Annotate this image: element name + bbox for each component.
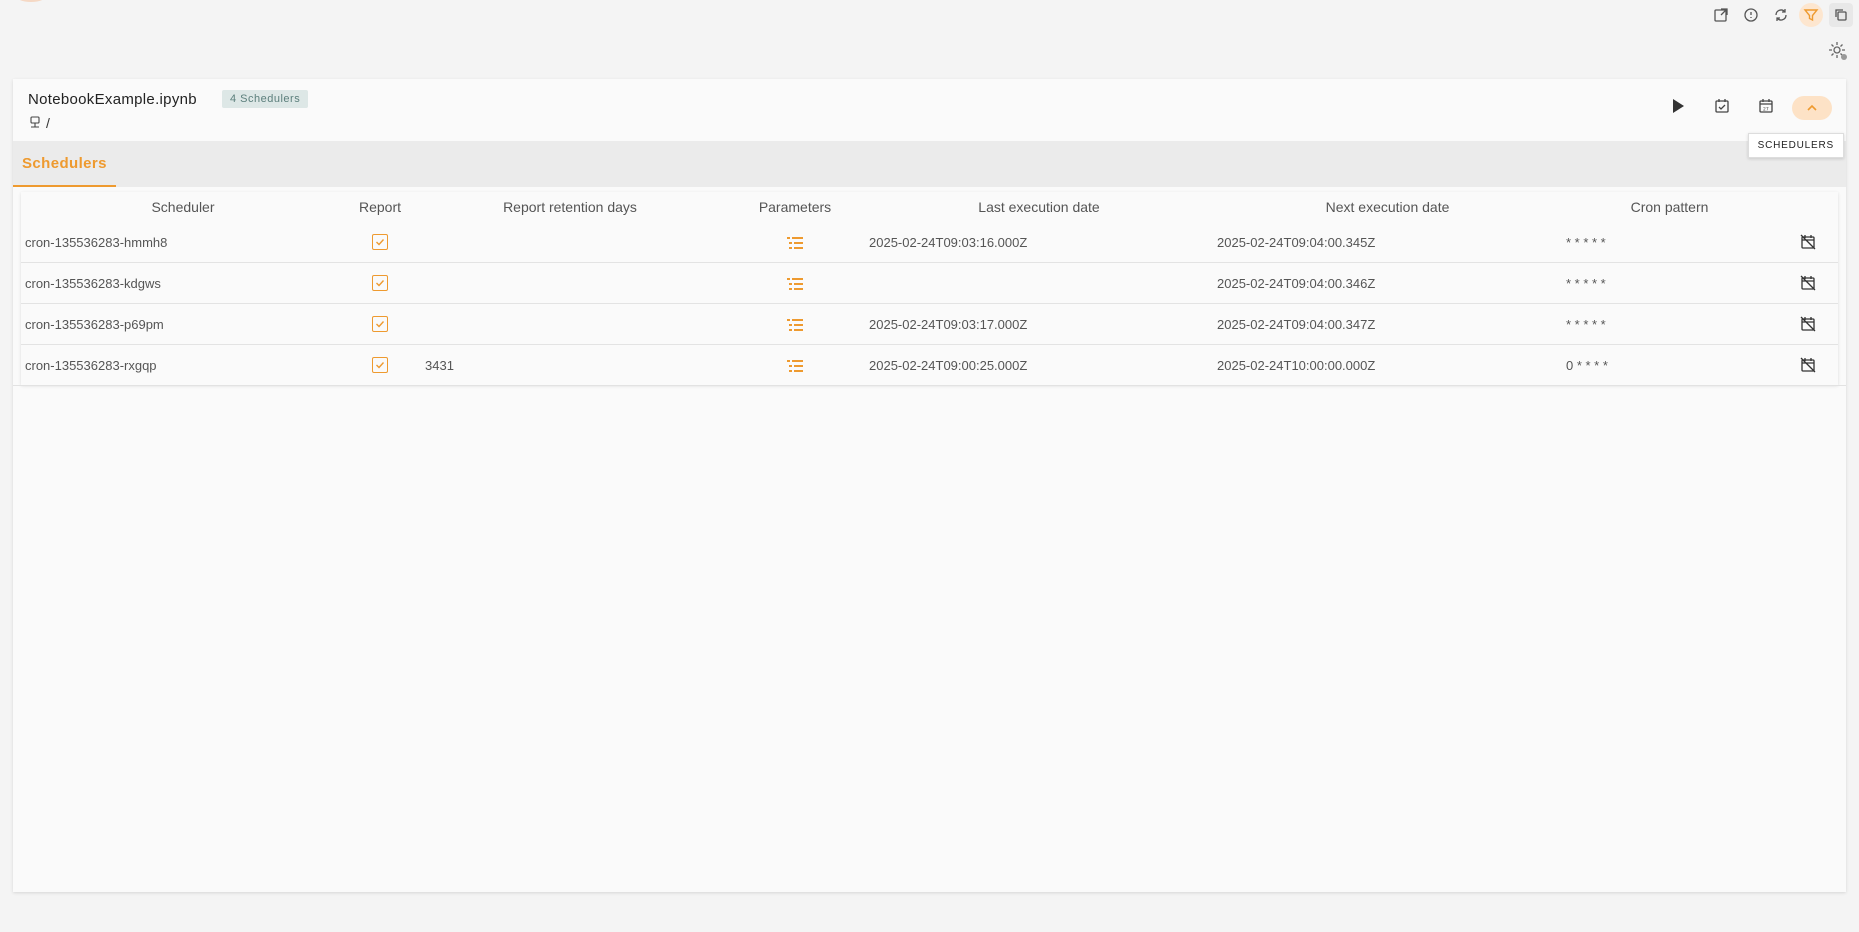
cron-pattern: 0 * * * *: [1562, 344, 1777, 385]
report-checkbox-icon[interactable]: [372, 357, 388, 374]
table-row[interactable]: cron-135536283-p69pm 2025-02-24T09:03:17…: [21, 303, 1838, 345]
last-execution-date: 2025-02-24T09:03:17.000Z: [865, 303, 1213, 345]
scheduler-name: cron-135536283-rxgqp: [21, 344, 345, 385]
server-icon: [29, 115, 41, 131]
avatar[interactable]: [15, 0, 47, 2]
report-checkbox-icon[interactable]: [372, 234, 388, 251]
cron-pattern: * * * * *: [1562, 262, 1777, 304]
calendar-off-icon[interactable]: [1800, 316, 1816, 332]
run-button[interactable]: [1660, 96, 1696, 120]
table-row[interactable]: cron-135536283-rxgqp 3431 2025-02-24T09:…: [21, 344, 1838, 385]
parameters-list-icon[interactable]: [787, 319, 803, 332]
refresh-icon[interactable]: [1769, 3, 1793, 27]
notebook-panel: NotebookExample.ipynb 4 Schedulers / 27: [13, 79, 1846, 892]
scheduler-name: cron-135536283-kdgws: [21, 262, 345, 304]
col-header-report[interactable]: Report: [345, 192, 415, 222]
svg-text:27: 27: [1763, 106, 1769, 112]
table-row[interactable]: cron-135536283-hmmh8 2025-02-24T09:03:16…: [21, 222, 1838, 263]
copy-icon[interactable]: [1829, 3, 1853, 27]
scheduler-name: cron-135536283-hmmh8: [25, 234, 168, 250]
col-header-scheduler[interactable]: Scheduler: [21, 192, 345, 222]
last-execution-date: 2025-02-24T09:03:16.000Z: [869, 234, 1028, 250]
retention-days: [415, 262, 725, 304]
retention-days: 3431: [415, 344, 725, 385]
cron-pattern: * * * * *: [1566, 234, 1606, 250]
next-execution-date: 2025-02-24T09:04:00.346Z: [1213, 262, 1562, 304]
report-checkbox-icon[interactable]: [372, 316, 388, 333]
top-toolbar: [1709, 3, 1853, 27]
header-actions: 27: [1660, 96, 1832, 120]
col-header-last-execution[interactable]: Last execution date: [865, 192, 1213, 222]
tab-schedulers[interactable]: Schedulers: [13, 141, 116, 187]
schedule-button[interactable]: 27: [1748, 96, 1784, 120]
last-execution-date: 2025-02-24T09:00:25.000Z: [865, 344, 1213, 385]
parameters-list-icon[interactable]: [787, 278, 803, 291]
scheduler-name: cron-135536283-p69pm: [21, 303, 345, 345]
history-icon: [1714, 98, 1730, 119]
open-external-icon[interactable]: [1709, 3, 1733, 27]
settings-gear-icon[interactable]: [1825, 38, 1851, 64]
parameters-list-icon[interactable]: [787, 360, 803, 373]
schedulers-count-badge: 4 Schedulers: [222, 90, 309, 108]
last-execution-date: [865, 262, 1213, 304]
table-header-row: Scheduler Report Report retention days P…: [21, 192, 1838, 222]
panel-header: NotebookExample.ipynb 4 Schedulers / 27: [13, 79, 1846, 141]
chevron-up-icon: [1806, 99, 1818, 117]
retention-days: [415, 303, 725, 345]
col-header-retention[interactable]: Report retention days: [415, 192, 725, 222]
calendar-off-icon[interactable]: [1800, 234, 1816, 250]
col-header-actions: [1777, 192, 1838, 222]
top-bar: [0, 0, 1859, 60]
col-header-cron[interactable]: Cron pattern: [1562, 192, 1777, 222]
breadcrumb: /: [29, 115, 50, 131]
notebook-title: NotebookExample.ipynb: [28, 91, 197, 108]
notebook-path[interactable]: /: [46, 115, 50, 131]
filter-icon[interactable]: [1799, 3, 1823, 27]
report-checkbox-icon[interactable]: [372, 275, 388, 292]
table-row[interactable]: cron-135536283-kdgws 2025-02-24T09:04:00…: [21, 262, 1838, 304]
chat-icon[interactable]: [1739, 3, 1763, 27]
schedulers-tooltip: SCHEDULERS: [1747, 133, 1844, 158]
next-execution-date: 2025-02-24T10:00:00.000Z: [1213, 344, 1562, 385]
play-icon: [1671, 98, 1685, 119]
col-header-parameters[interactable]: Parameters: [725, 192, 865, 222]
next-execution-date: 2025-02-24T09:04:00.347Z: [1213, 303, 1562, 345]
retention-days: [415, 222, 725, 263]
section-divider: [13, 385, 1846, 386]
tabs-bar: Schedulers: [13, 141, 1846, 187]
calendar-icon: 27: [1758, 98, 1774, 119]
cron-pattern: * * * * *: [1562, 303, 1777, 345]
schedulers-toggle-button[interactable]: [1792, 96, 1832, 120]
parameters-list-icon[interactable]: [787, 237, 803, 250]
history-button[interactable]: [1704, 96, 1740, 120]
next-execution-date: 2025-02-24T09:04:00.345Z: [1217, 234, 1376, 250]
schedulers-table: Scheduler Report Report retention days P…: [21, 192, 1838, 385]
col-header-next-execution[interactable]: Next execution date: [1213, 192, 1562, 222]
calendar-off-icon[interactable]: [1800, 275, 1816, 291]
calendar-off-icon[interactable]: [1800, 357, 1816, 373]
